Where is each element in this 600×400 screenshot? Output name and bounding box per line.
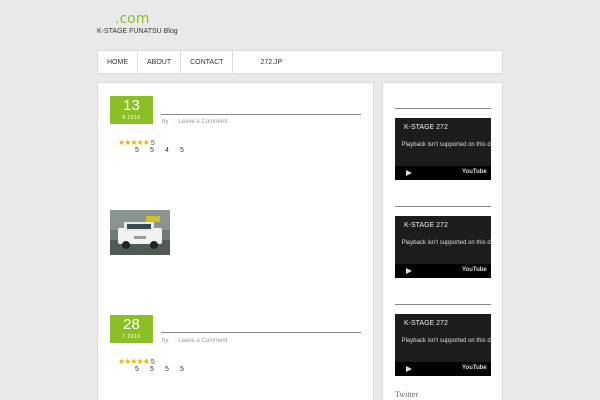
video-embed[interactable]: K-STAGE 272 Playback isn't supported on … [395,118,491,180]
stars-icon: ★★★★★ [118,138,150,147]
youtube-logo-icon[interactable]: YouTube [462,169,487,175]
rating-value: 5 [135,147,139,154]
video-embed[interactable]: K-STAGE 272 Playback isn't supported on … [395,216,491,278]
nav-item-272jp[interactable]: 272.JP [233,51,291,73]
widget-divider [395,206,491,207]
star-rating: ★★★★★ 5 [118,138,155,147]
post-title-rule [161,114,361,115]
leave-comment-link[interactable]: Leave a Comment [178,119,227,125]
post-meta: by : Leave a Comment [162,338,227,344]
meta-separator: : [173,119,176,125]
video-title[interactable]: K-STAGE 272 [404,124,448,131]
rating-values: 5 5 4 5 [135,147,195,154]
nav-item-contact[interactable]: CONTACT [181,51,234,73]
post-date-badge: 13 8 2016 [110,96,153,124]
play-icon[interactable] [406,366,412,372]
post-date-badge: 28 7 2016 [110,315,153,343]
main-content: 13 8 2016 by : Leave a Comment ★★★★★ 5 5 … [97,82,374,400]
post-date-day: 13 [123,97,140,114]
stars-icon: ★★★★★ [118,357,150,366]
site-description: K-STAGE FUNATSU Blog [97,28,178,35]
rating-value: 5 [150,147,154,154]
video-controls: YouTube [395,264,491,278]
leave-comment-link[interactable]: Leave a Comment [178,338,227,344]
star-rating-value: 5 [150,359,155,366]
play-icon[interactable] [406,268,412,274]
post-meta: by : Leave a Comment [162,119,227,125]
star-rating-value: 5 [150,140,155,147]
rating-values: 5 5 5 5 [135,366,195,373]
video-playback-message: Playback isn't supported on this device. [401,142,491,148]
video-controls: YouTube [395,166,491,180]
sidebar: K-STAGE 272 Playback isn't supported on … [382,82,503,400]
post-date-month-year: 8 2016 [122,115,141,121]
youtube-logo-icon[interactable]: YouTube [462,267,487,273]
nav-item-home[interactable]: HOME [98,51,138,73]
video-title[interactable]: K-STAGE 272 [404,320,448,327]
video-playback-message: Playback isn't supported on this device. [401,338,491,344]
post-author-label: by [162,338,169,344]
star-rating: ★★★★★ 5 [118,357,155,366]
video-controls: YouTube [395,362,491,376]
video-embed[interactable]: K-STAGE 272 Playback isn't supported on … [395,314,491,376]
video-playback-message: Playback isn't supported on this device. [401,240,491,246]
post-title-rule [161,332,361,333]
rating-value: 5 [165,366,169,373]
widget-divider [395,304,491,305]
suv-photo-icon [110,210,170,255]
rating-value: 5 [180,147,184,154]
nav-item-about[interactable]: ABOUT [138,51,182,73]
rating-value: 5 [180,366,184,373]
rating-value: 5 [150,366,154,373]
post-author-label: by [162,119,169,125]
widget-divider [395,108,491,109]
main-nav: HOME ABOUT CONTACT 272.JP [97,50,503,74]
rating-value: 5 [135,366,139,373]
youtube-logo-icon[interactable]: YouTube [462,365,487,371]
meta-separator: : [173,338,176,344]
post-date-day: 28 [123,316,140,333]
play-icon[interactable] [406,170,412,176]
post-thumbnail[interactable] [110,210,170,255]
twitter-heading: Twitter [395,390,418,399]
video-title[interactable]: K-STAGE 272 [404,222,448,229]
post-date-month-year: 7 2016 [122,334,141,340]
rating-value: 4 [165,147,169,154]
site-title[interactable]: .com [115,11,149,27]
